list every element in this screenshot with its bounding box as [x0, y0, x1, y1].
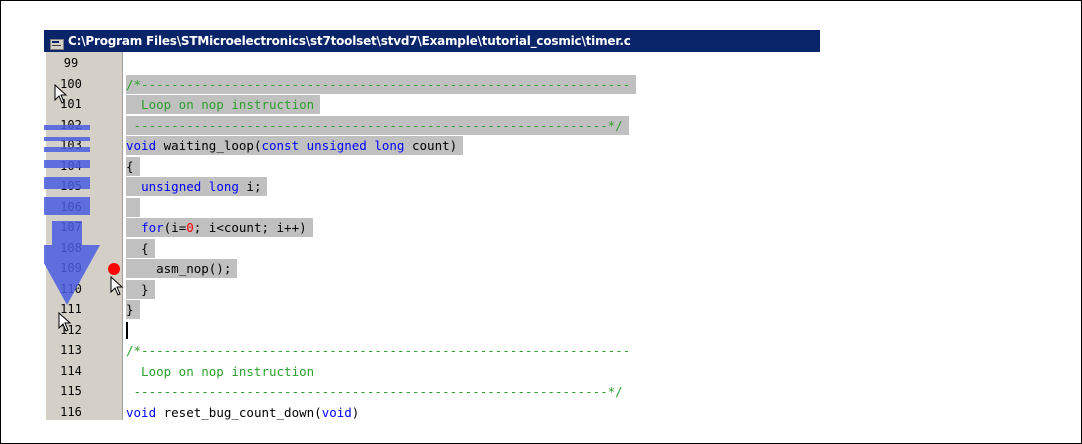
- code-line[interactable]: 112: [44, 321, 820, 340]
- code-line[interactable]: 110 }: [44, 279, 820, 299]
- text-caret: [126, 321, 128, 339]
- window-title: C:\Program Files\STMicroelectronics\st7t…: [68, 34, 631, 48]
- code-line[interactable]: 105 unsigned long i;: [44, 177, 820, 196]
- line-number: 114: [60, 363, 82, 378]
- code-line[interactable]: 116 void reset_bug_count_down(void): [44, 403, 820, 421]
- code-line[interactable]: 114 Loop on nop instruction: [44, 362, 820, 381]
- line-number: 116: [60, 404, 82, 419]
- breakpoint-dot-icon[interactable]: [108, 263, 120, 275]
- code-token: }: [126, 281, 149, 297]
- editor-window: C:\Program Files\STMicroelectronics\st7t…: [44, 30, 820, 420]
- code-text: Loop on nop instruction: [126, 95, 321, 114]
- code-token: (i=: [163, 220, 187, 235]
- line-number: 112: [60, 322, 82, 337]
- code-line[interactable]: 99: [44, 54, 820, 73]
- code-token: void: [321, 404, 352, 420]
- code-token: }: [126, 302, 134, 317]
- line-number: 104: [60, 158, 82, 173]
- code-token: /*--------------------------------------…: [126, 343, 631, 358]
- code-token: ----------------------------------------…: [126, 117, 623, 133]
- code-text: }: [126, 300, 140, 319]
- code-line[interactable]: 108 {: [44, 238, 820, 258]
- code-line[interactable]: 107 for(i=0; i<count; i++): [44, 218, 820, 237]
- code-text: void waiting_loop(const unsigned long co…: [126, 136, 464, 155]
- code-token: ----------------------------------------…: [126, 384, 623, 399]
- code-token: ; i<count; i++): [193, 220, 307, 235]
- code-token: 0: [186, 220, 194, 235]
- line-number: 115: [60, 384, 82, 398]
- line-number: 100: [60, 76, 82, 91]
- code-token: Loop on nop instruction: [126, 363, 315, 379]
- document-icon: [50, 35, 64, 50]
- code-line[interactable]: 111}: [44, 300, 820, 319]
- code-token: reset_bug_count_down(: [156, 404, 322, 420]
- line-number: 99: [63, 56, 79, 70]
- line-number: 109: [60, 261, 82, 275]
- code-token: asm_nop();: [126, 261, 232, 276]
- line-number: 103: [60, 138, 82, 152]
- line-number: 108: [60, 240, 82, 255]
- code-text: {: [126, 156, 140, 176]
- line-number: 105: [60, 179, 82, 193]
- code-text: asm_nop();: [126, 259, 238, 278]
- code-line[interactable]: 100 /*-----------------------------------…: [44, 74, 820, 94]
- code-text: }: [126, 279, 155, 299]
- code-token: {: [126, 240, 149, 256]
- code-text: unsigned long i;: [126, 177, 268, 196]
- code-text: /*--------------------------------------…: [126, 74, 637, 94]
- code-line[interactable]: 109 asm_nop();: [44, 259, 820, 278]
- code-line[interactable]: 101 Loop on nop instruction: [44, 95, 820, 114]
- code-token: waiting_loop(: [156, 138, 262, 153]
- code-line[interactable]: 102 ------------------------------------…: [44, 115, 820, 135]
- line-number: 113: [60, 343, 82, 357]
- code-token: void: [126, 138, 157, 153]
- code-token: i;: [238, 179, 262, 194]
- code-token: void: [126, 404, 157, 420]
- code-token: count): [404, 138, 458, 153]
- code-token: const unsigned long: [261, 138, 405, 153]
- line-number: 110: [60, 281, 82, 296]
- code-text: /*--------------------------------------…: [126, 341, 636, 360]
- code-line[interactable]: 106: [44, 197, 820, 217]
- window-titlebar[interactable]: C:\Program Files\STMicroelectronics\st7t…: [44, 30, 820, 52]
- code-token: ): [351, 404, 360, 420]
- code-token: {: [126, 158, 134, 174]
- code-token: Loop on nop instruction: [126, 97, 315, 112]
- code-text: Loop on nop instruction: [126, 362, 320, 381]
- code-line[interactable]: 115 ------------------------------------…: [44, 382, 820, 401]
- line-number: 107: [60, 220, 82, 234]
- code-text: void reset_bug_count_down(void): [126, 403, 365, 421]
- code-token: for: [141, 220, 164, 235]
- code-text: ----------------------------------------…: [126, 382, 629, 401]
- line-number: 102: [60, 117, 82, 132]
- code-text: [126, 197, 140, 217]
- line-number: 101: [60, 97, 82, 111]
- code-text: ----------------------------------------…: [126, 115, 629, 135]
- line-number: 106: [60, 199, 82, 214]
- code-line[interactable]: 113 /*-----------------------------------…: [44, 341, 820, 360]
- code-text: for(i=0; i<count; i++): [126, 218, 313, 237]
- code-line[interactable]: 104 {: [44, 156, 820, 176]
- code-text: {: [126, 238, 155, 258]
- code-token: /*--------------------------------------…: [126, 76, 631, 92]
- code-line[interactable]: 103 void waiting_loop(const unsigned long…: [44, 136, 820, 155]
- code-token: unsigned long: [141, 179, 239, 194]
- line-number: 111: [60, 302, 82, 316]
